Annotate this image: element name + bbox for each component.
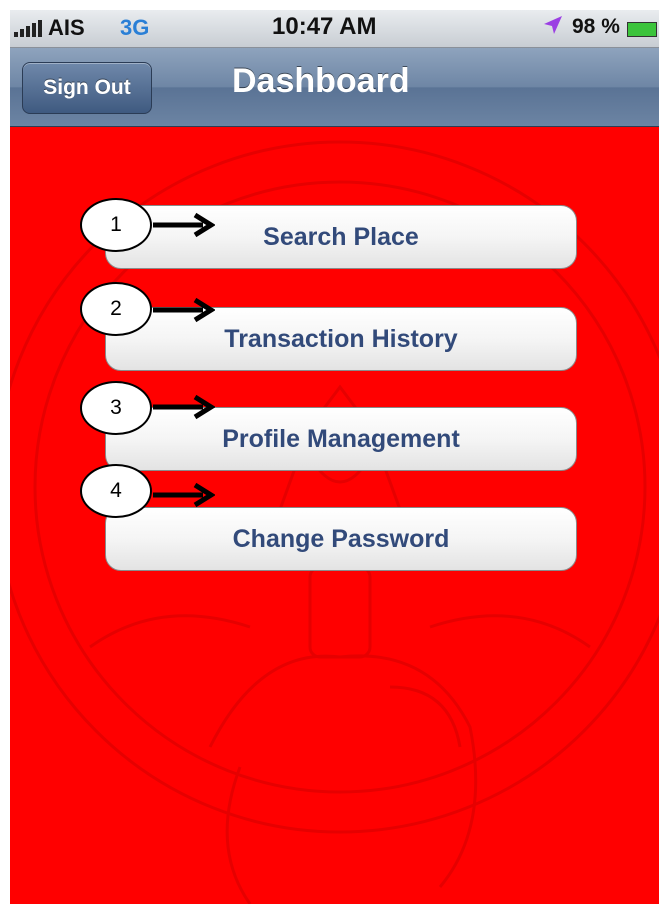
- dashboard-content: Search Place Transaction History Profile…: [10, 127, 659, 904]
- network-type: 3G: [120, 15, 150, 40]
- location-arrow-icon: [542, 14, 564, 42]
- arrow-right-icon: [153, 482, 215, 508]
- callout-4: 4: [80, 464, 152, 518]
- battery-icon: [627, 22, 657, 37]
- carrier-name: AIS: [48, 15, 85, 40]
- status-bar: AIS 3G 10:47 AM 98 %: [10, 10, 659, 48]
- signal-bars-icon: [14, 19, 42, 37]
- callout-1: 1: [80, 198, 152, 252]
- change-password-button[interactable]: Change Password: [105, 507, 577, 571]
- arrow-right-icon: [153, 297, 215, 323]
- status-time: 10:47 AM: [272, 13, 377, 40]
- navigation-bar: Sign Out Dashboard: [10, 48, 659, 127]
- arrow-right-icon: [153, 212, 215, 238]
- callout-3: 3: [80, 381, 152, 435]
- sign-out-button[interactable]: Sign Out: [22, 62, 152, 114]
- arrow-right-icon: [153, 394, 215, 420]
- battery-percent: 98 %: [572, 15, 620, 38]
- page-title: Dashboard: [232, 62, 410, 100]
- callout-2: 2: [80, 282, 152, 336]
